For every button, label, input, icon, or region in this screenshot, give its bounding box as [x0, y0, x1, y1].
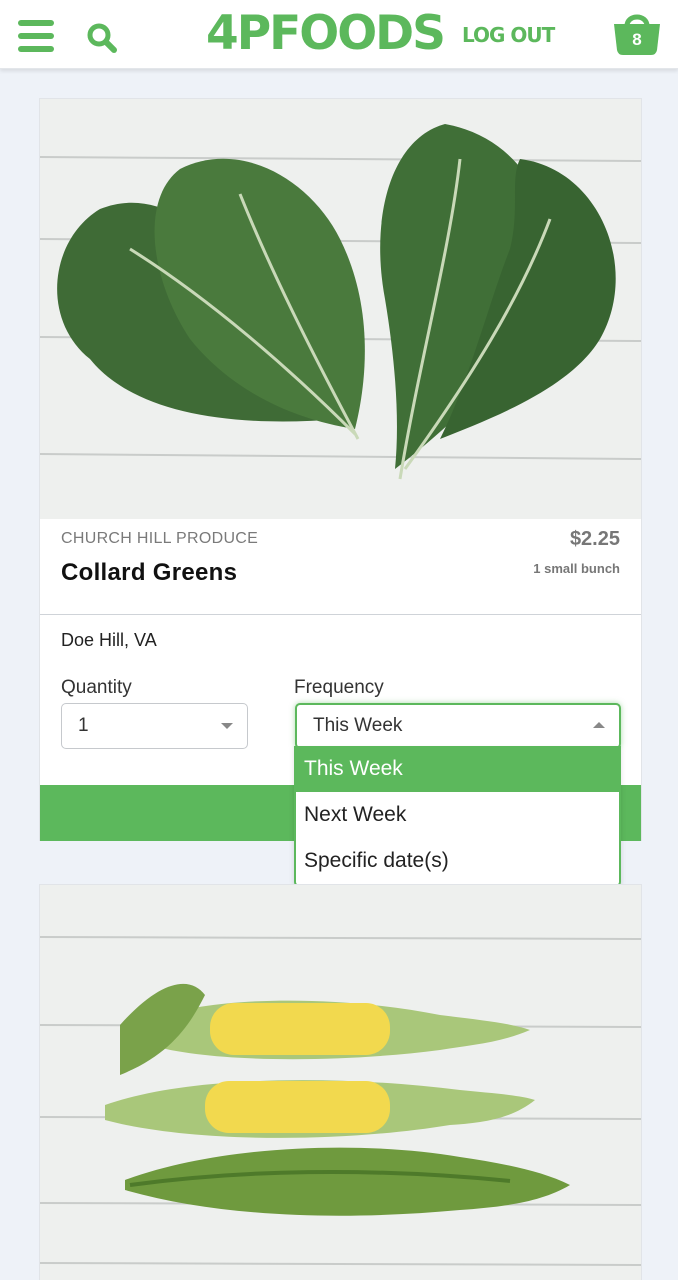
logout-link[interactable]: LOG OUT [462, 22, 555, 48]
vendor-name: CHURCH HILL PRODUCE [61, 530, 259, 547]
cart-count-badge: 8 [632, 30, 642, 49]
frequency-option-next-week[interactable]: Next Week [296, 792, 619, 838]
quantity-value: 1 [78, 715, 89, 736]
chevron-up-icon [593, 722, 605, 728]
product-name[interactable]: Collard Greens [61, 559, 237, 587]
product-card: CHURCH HILL PRODUCE Collard Greens $2.25… [39, 98, 642, 841]
product-unit: 1 small bunch [533, 561, 620, 576]
frequency-option-this-week[interactable]: This Week [296, 746, 619, 792]
hamburger-menu-icon[interactable] [18, 20, 54, 52]
frequency-option-specific-dates[interactable]: Specific date(s) [296, 838, 619, 884]
divider [40, 614, 641, 615]
product-card [39, 884, 642, 1280]
chevron-down-icon [221, 723, 233, 729]
app-header: 4PFOODS LOG OUT 8 [0, 0, 678, 69]
quantity-label: Quantity [61, 677, 132, 698]
product-location: Doe Hill, VA [61, 630, 157, 650]
cart-button[interactable]: 8 [612, 10, 662, 56]
frequency-select[interactable]: This Week [295, 703, 621, 749]
frequency-dropdown-list: This Week Next Week Specific date(s) [294, 746, 621, 887]
brand-logo[interactable]: 4PFOODS [206, 6, 446, 62]
frequency-value: This Week [313, 715, 403, 736]
search-icon[interactable] [86, 22, 118, 54]
quantity-select[interactable]: 1 [61, 703, 248, 749]
frequency-label: Frequency [294, 677, 384, 698]
product-image [40, 99, 641, 519]
product-image [40, 885, 641, 1280]
product-price: $2.25 [569, 528, 620, 550]
